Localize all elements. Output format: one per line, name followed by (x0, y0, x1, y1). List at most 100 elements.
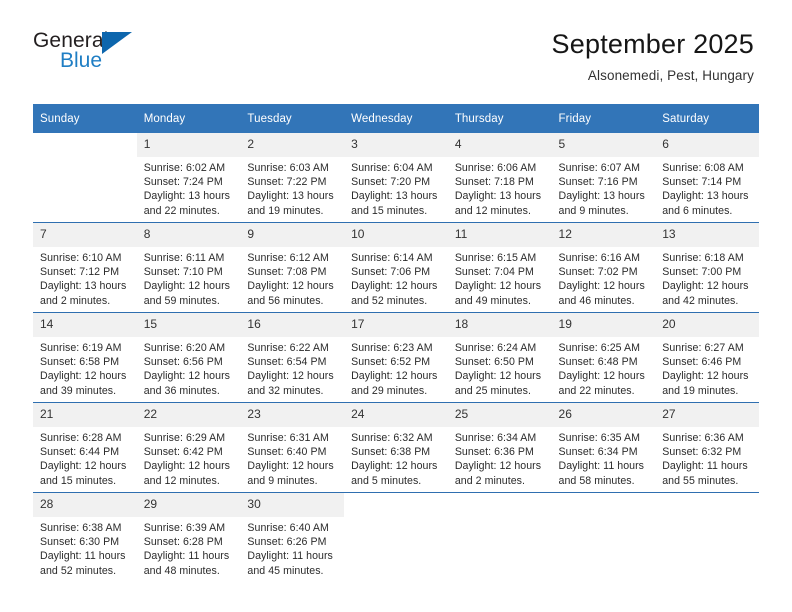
sunrise-text: Sunrise: 6:10 AM (40, 252, 122, 264)
day-cell[interactable]: 8 Sunrise: 6:11 AM Sunset: 7:10 PM Daylight… (136, 223, 241, 312)
calendar-cell: 25 Sunrise: 6:34 AM Sunset: 6:36 PM Dayligh… (447, 402, 552, 493)
day-cell[interactable]: 17 Sunrise: 6:23 AM Sunset: 6:52 PM Dayligh… (344, 313, 448, 402)
calendar-cell: 21 Sunrise: 6:28 AM Sunset: 6:44 PM Dayligh… (33, 402, 137, 493)
daylight-text-line1: Daylight: 12 hours (247, 280, 334, 293)
daylight-text-line1: Daylight: 11 hours (40, 550, 126, 563)
day-cell[interactable]: 15 Sunrise: 6:20 AM Sunset: 6:56 PM Dayligh… (136, 313, 241, 402)
daylight-text-line2: and 45 minutes. (247, 564, 324, 577)
day-cell[interactable]: 25 Sunrise: 6:34 AM Sunset: 6:36 PM Dayligh… (447, 403, 552, 492)
day-cell[interactable]: 14 Sunrise: 6:19 AM Sunset: 6:58 PM Dayligh… (33, 313, 137, 402)
page-title: September 2025 (551, 29, 754, 59)
daylight-text-line1: Daylight: 12 hours (40, 370, 127, 383)
general-blue-logo[interactable]: General Blue (33, 30, 153, 76)
day-cell[interactable]: 6 Sunrise: 6:08 AM Sunset: 7:14 PM Daylight… (655, 133, 759, 222)
daylight-text-line1: Daylight: 12 hours (351, 280, 438, 293)
daylight-text-line2: and 48 minutes. (143, 564, 220, 577)
day-cell[interactable]: 18 Sunrise: 6:24 AM Sunset: 6:50 PM Dayligh… (447, 313, 552, 402)
sunset-text: Sunset: 6:26 PM (247, 536, 327, 549)
day-cell[interactable]: 19 Sunrise: 6:25 AM Sunset: 6:48 PM Dayligh… (551, 313, 656, 402)
day-number: 1 (136, 133, 241, 157)
day-number: 17 (344, 313, 448, 337)
calendar-cell: 23 Sunrise: 6:31 AM Sunset: 6:40 PM Dayligh… (240, 402, 345, 493)
daylight-text-line2: and 36 minutes. (143, 384, 220, 397)
day-cell[interactable]: 24 Sunrise: 6:32 AM Sunset: 6:38 PM Dayligh… (344, 403, 448, 492)
day-cell[interactable]: 27 Sunrise: 6:36 AM Sunset: 6:32 PM Dayligh… (655, 403, 759, 492)
weekday-header-tuesday: Tuesday (240, 104, 345, 133)
day-details: Sunrise: 6:07 AM Sunset: 7:16 PM Daylight:… (552, 157, 656, 218)
sunrise-text: Sunrise: 6:18 AM (662, 252, 744, 264)
daylight-text-line2: and 22 minutes. (143, 204, 220, 217)
daylight-text-line1: Daylight: 12 hours (558, 280, 645, 293)
daylight-text-line2: and 59 minutes. (143, 294, 220, 307)
day-cell[interactable]: 22 Sunrise: 6:29 AM Sunset: 6:42 PM Dayligh… (136, 403, 241, 492)
sunset-text: Sunset: 7:00 PM (662, 266, 742, 279)
daylight-text-line1: Daylight: 13 hours (558, 190, 645, 203)
calendar-cell: 13 Sunrise: 6:18 AM Sunset: 7:00 PM Dayligh… (655, 222, 759, 313)
daylight-text-line1: Daylight: 12 hours (40, 460, 127, 473)
sunset-text: Sunset: 7:04 PM (454, 266, 534, 279)
sunset-text: Sunset: 6:42 PM (143, 446, 223, 459)
day-details: Sunrise: 6:10 AM Sunset: 7:12 PM Daylight:… (33, 247, 137, 308)
day-cell[interactable]: 1 Sunrise: 6:02 AM Sunset: 7:24 PM Daylight… (136, 133, 241, 222)
sunrise-text: Sunrise: 6:35 AM (558, 432, 640, 444)
sunrise-text: Sunrise: 6:03 AM (247, 162, 329, 174)
day-number: 25 (447, 403, 552, 427)
day-cell[interactable]: 29 Sunrise: 6:39 AM Sunset: 6:28 PM Dayligh… (136, 493, 241, 582)
day-details: Sunrise: 6:34 AM Sunset: 6:36 PM Daylight:… (448, 427, 552, 488)
daylight-text-line1: Daylight: 12 hours (454, 370, 542, 383)
calendar-cell: 15 Sunrise: 6:20 AM Sunset: 6:56 PM Dayligh… (136, 312, 241, 403)
day-number: 12 (551, 223, 656, 247)
sunrise-text: Sunrise: 6:31 AM (247, 432, 329, 444)
weekday-header-saturday: Saturday (655, 104, 759, 133)
daylight-text-line2: and 42 minutes. (662, 294, 739, 307)
day-details: Sunrise: 6:22 AM Sunset: 6:54 PM Daylight:… (240, 337, 344, 398)
day-cell[interactable]: 16 Sunrise: 6:22 AM Sunset: 6:54 PM Dayligh… (240, 313, 345, 402)
day-cell[interactable]: 21 Sunrise: 6:28 AM Sunset: 6:44 PM Dayligh… (33, 403, 137, 492)
weekday-header-sunday: Sunday (33, 104, 137, 133)
day-cell[interactable]: 26 Sunrise: 6:35 AM Sunset: 6:34 PM Dayligh… (551, 403, 656, 492)
day-cell[interactable]: 4 Sunrise: 6:06 AM Sunset: 7:18 PM Daylight… (447, 133, 552, 222)
day-details: Sunrise: 6:36 AM Sunset: 6:32 PM Daylight:… (655, 427, 759, 488)
daylight-text-line1: Daylight: 12 hours (247, 370, 334, 383)
calendar-cell (551, 492, 656, 582)
day-cell[interactable]: 28 Sunrise: 6:38 AM Sunset: 6:30 PM Dayligh… (33, 493, 137, 582)
calendar-cell: 9 Sunrise: 6:12 AM Sunset: 7:08 PM Daylight… (240, 222, 345, 313)
day-details: Sunrise: 6:24 AM Sunset: 6:50 PM Daylight:… (448, 337, 552, 398)
sunset-text: Sunset: 7:14 PM (662, 176, 742, 189)
day-cell[interactable]: 13 Sunrise: 6:18 AM Sunset: 7:00 PM Dayligh… (655, 223, 759, 312)
day-cell[interactable]: 30 Sunrise: 6:40 AM Sunset: 6:26 PM Dayligh… (240, 493, 345, 582)
sunset-text: Sunset: 6:56 PM (143, 356, 223, 369)
sunrise-text: Sunrise: 6:28 AM (40, 432, 122, 444)
daylight-text-line2: and 56 minutes. (247, 294, 324, 307)
sunrise-text: Sunrise: 6:04 AM (351, 162, 433, 174)
day-cell[interactable]: 11 Sunrise: 6:15 AM Sunset: 7:04 PM Dayligh… (447, 223, 552, 312)
sunrise-text: Sunrise: 6:06 AM (454, 162, 537, 174)
sunset-text: Sunset: 6:40 PM (247, 446, 327, 459)
day-number: 11 (447, 223, 552, 247)
day-cell[interactable]: 2 Sunrise: 6:03 AM Sunset: 7:22 PM Daylight… (240, 133, 345, 222)
daylight-text-line2: and 39 minutes. (40, 384, 117, 397)
day-cell[interactable]: 20 Sunrise: 6:27 AM Sunset: 6:46 PM Dayligh… (655, 313, 759, 402)
sunset-text: Sunset: 6:46 PM (662, 356, 742, 369)
daylight-text-line1: Daylight: 13 hours (247, 190, 334, 203)
calendar-cell: 6 Sunrise: 6:08 AM Sunset: 7:14 PM Daylight… (655, 133, 759, 223)
sunset-text: Sunset: 6:30 PM (40, 536, 120, 549)
day-details: Sunrise: 6:28 AM Sunset: 6:44 PM Daylight:… (33, 427, 137, 488)
sunrise-text: Sunrise: 6:32 AM (351, 432, 433, 444)
day-cell[interactable]: 9 Sunrise: 6:12 AM Sunset: 7:08 PM Daylight… (240, 223, 345, 312)
daylight-text-line1: Daylight: 12 hours (143, 280, 230, 293)
calendar-cell: 5 Sunrise: 6:07 AM Sunset: 7:16 PM Daylight… (551, 133, 656, 223)
sunset-text: Sunset: 6:54 PM (247, 356, 327, 369)
daylight-text-line2: and 15 minutes. (40, 474, 117, 487)
day-cell[interactable]: 23 Sunrise: 6:31 AM Sunset: 6:40 PM Dayligh… (240, 403, 345, 492)
sunset-text: Sunset: 7:20 PM (351, 176, 431, 189)
sunset-text: Sunset: 6:38 PM (351, 446, 431, 459)
day-cell[interactable]: 12 Sunrise: 6:16 AM Sunset: 7:02 PM Dayligh… (551, 223, 656, 312)
day-cell[interactable]: 10 Sunrise: 6:14 AM Sunset: 7:06 PM Dayligh… (344, 223, 448, 312)
day-cell[interactable]: 5 Sunrise: 6:07 AM Sunset: 7:16 PM Daylight… (551, 133, 656, 222)
day-number: 23 (240, 403, 345, 427)
day-cell[interactable]: 7 Sunrise: 6:10 AM Sunset: 7:12 PM Daylight… (33, 223, 137, 312)
day-number: 4 (447, 133, 552, 157)
day-number: 24 (344, 403, 448, 427)
day-cell[interactable]: 3 Sunrise: 6:04 AM Sunset: 7:20 PM Daylight… (344, 133, 448, 222)
